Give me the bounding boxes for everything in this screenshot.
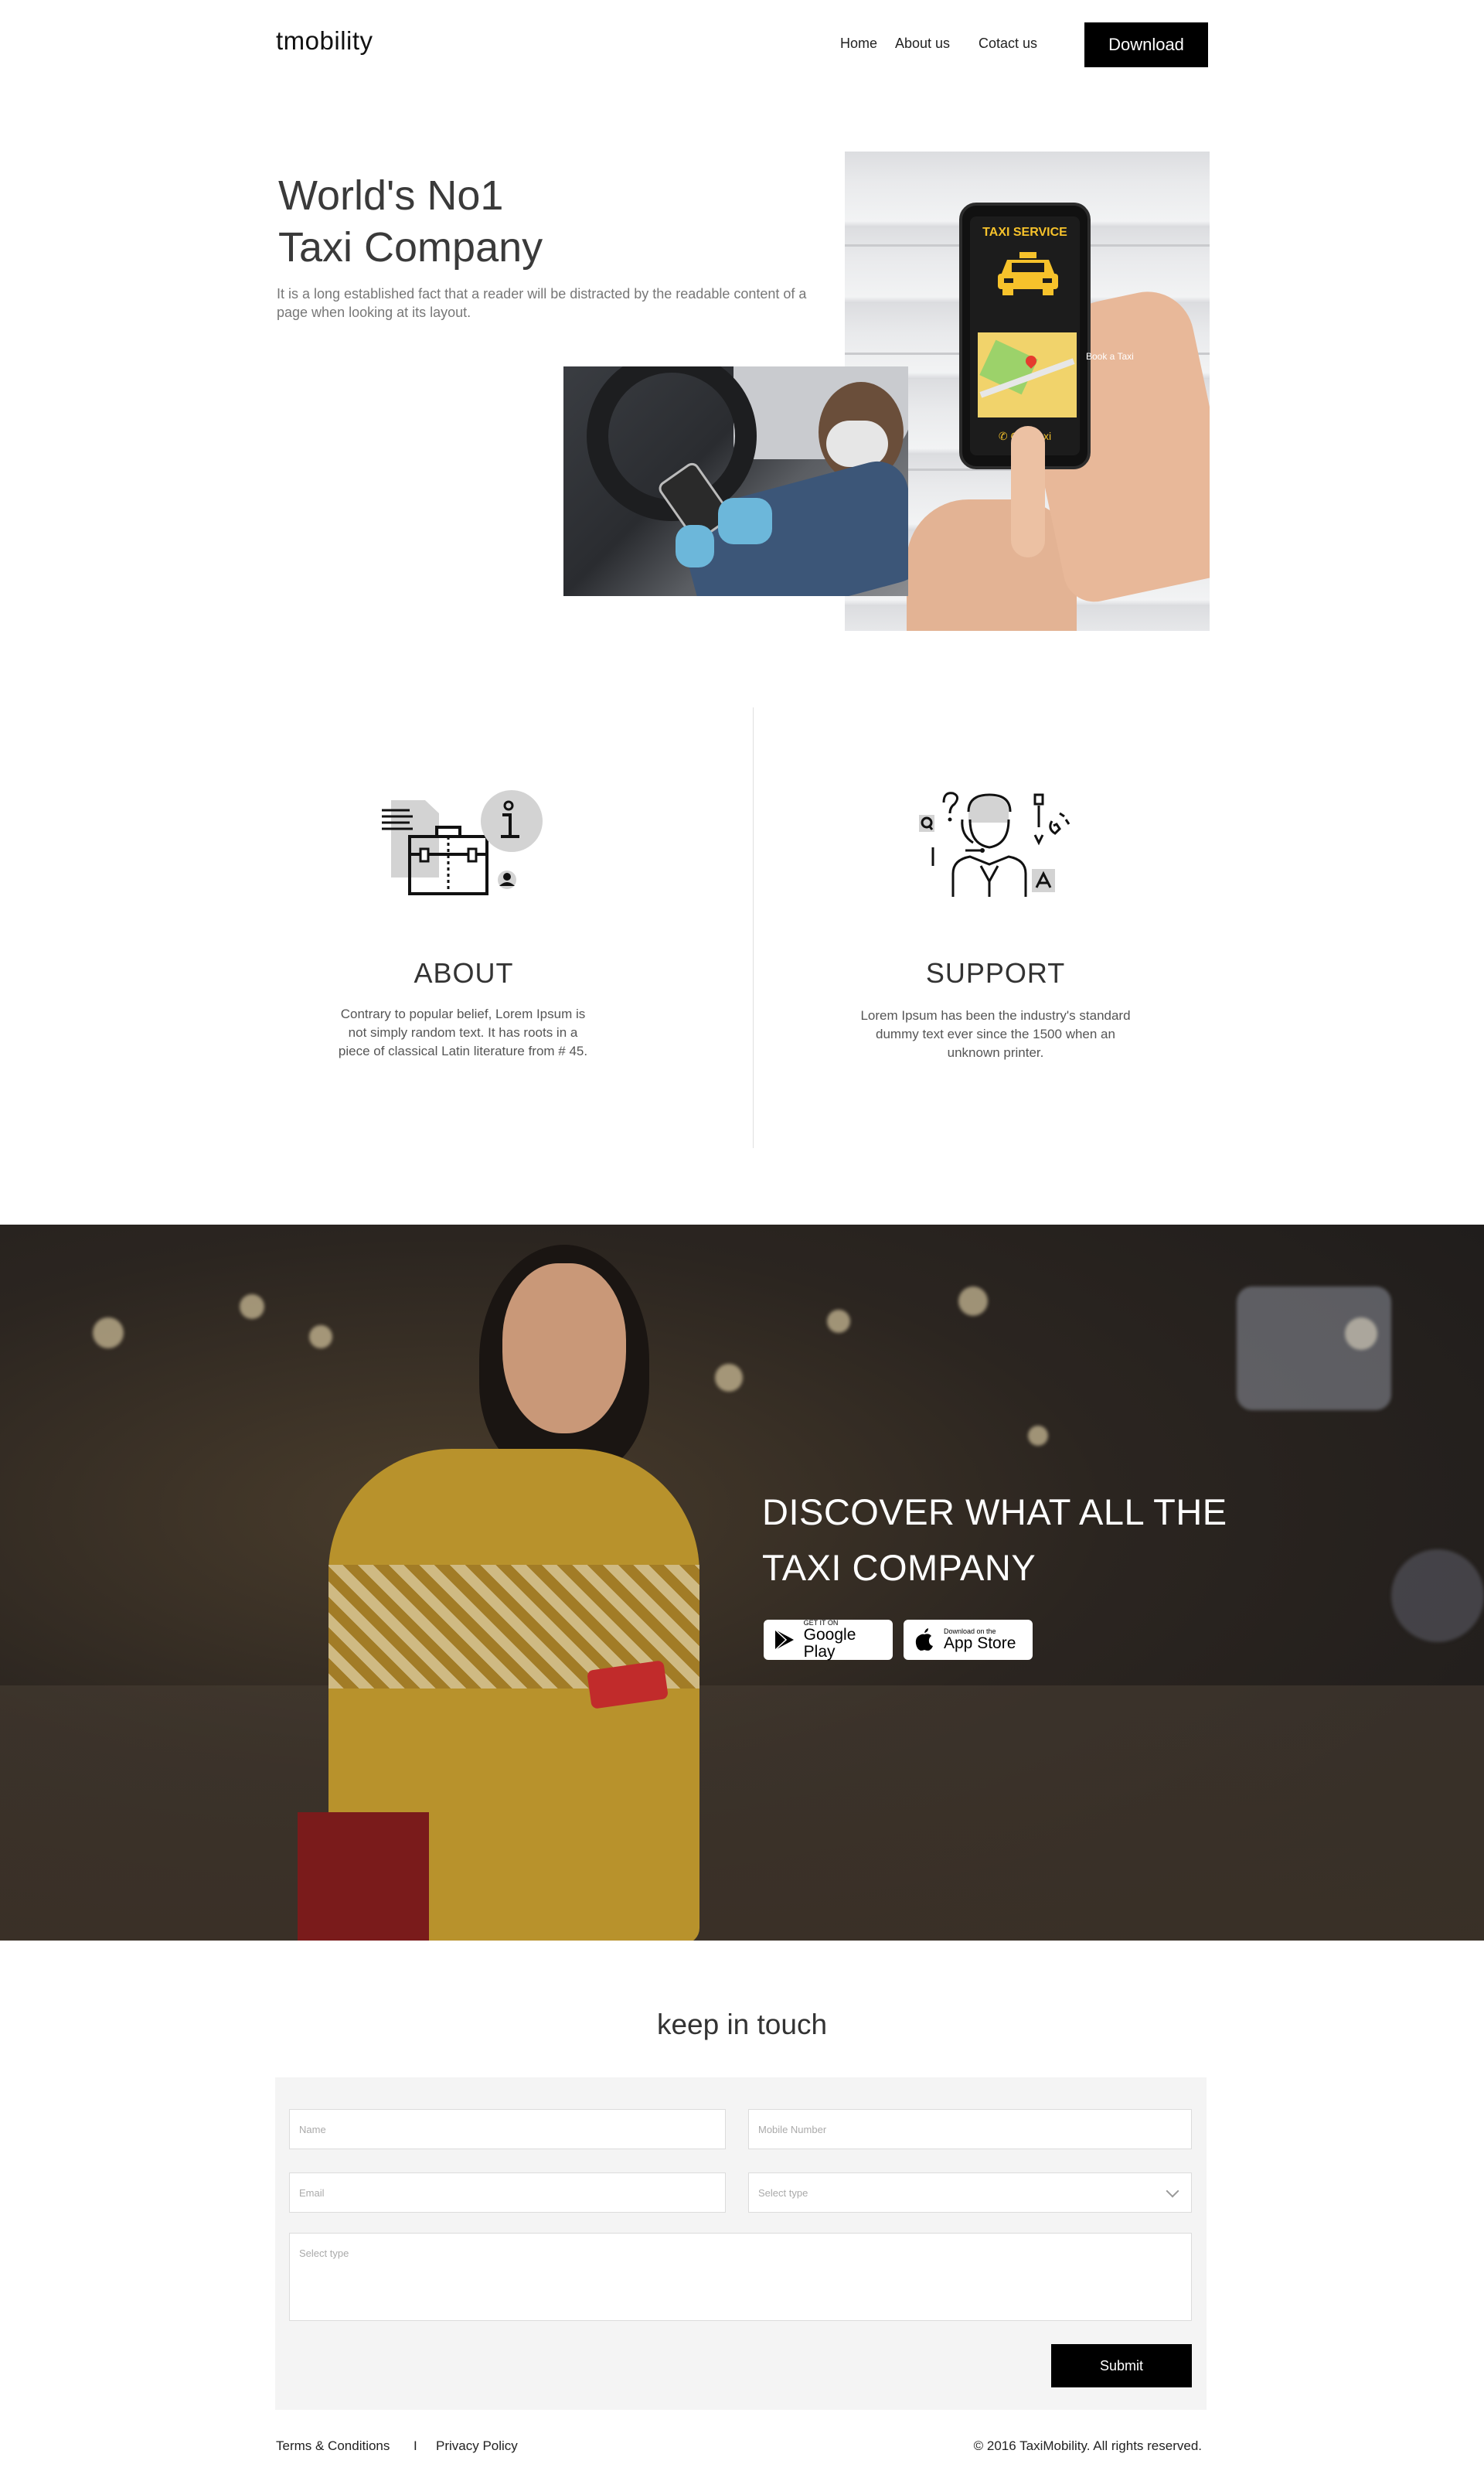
footer-separator: I xyxy=(414,2438,417,2453)
glove xyxy=(676,525,714,567)
hero-title: World's No1 Taxi Company xyxy=(278,170,543,274)
submit-button[interactable]: Submit xyxy=(1051,2344,1192,2387)
support-text: Lorem Ipsum has been the industry's stan… xyxy=(860,1008,1131,1060)
app-store-button[interactable]: Download on the App Store xyxy=(904,1620,1033,1660)
bokeh-light xyxy=(958,1286,988,1316)
briefcase-info-icon xyxy=(382,790,543,895)
glove xyxy=(718,498,772,544)
google-play-text: GET IT ON Google Play xyxy=(804,1619,891,1661)
select-type-dropdown[interactable]: Select type xyxy=(748,2172,1192,2213)
logo[interactable]: tmobility xyxy=(276,26,373,56)
download-button[interactable]: Download xyxy=(1084,22,1208,67)
support-title: SUPPORT xyxy=(925,957,1066,989)
contact-title: keep in touch xyxy=(656,2009,828,2040)
banner-title-line2: TAXI COMPANY xyxy=(762,1547,1036,1588)
taxi-service-label: TAXI SERVICE xyxy=(982,226,1067,239)
driver-phone-image xyxy=(563,366,908,596)
face-mask xyxy=(826,421,888,467)
nav-home[interactable]: Home xyxy=(840,36,877,52)
finger xyxy=(1011,426,1045,557)
apple-icon xyxy=(911,1627,938,1653)
book-taxi-label: Book a Taxi xyxy=(1086,351,1134,362)
woman-face xyxy=(502,1263,626,1433)
bokeh-light xyxy=(1237,1286,1391,1410)
hero-title-line2: Taxi Company xyxy=(278,224,543,271)
banner-title: DISCOVER WHAT ALL THE TAXI COMPANY xyxy=(762,1484,1241,1596)
name-field[interactable]: Name xyxy=(289,2109,726,2149)
bokeh-light xyxy=(309,1325,332,1348)
bokeh-light xyxy=(827,1310,850,1333)
map-thumbnail xyxy=(978,332,1077,417)
phone-screen: TAXI SERVICE ✆ Call Taxi xyxy=(970,216,1080,455)
app-store-text: Download on the App Store xyxy=(944,1627,1016,1652)
about-title: ABOUT xyxy=(414,957,514,989)
bokeh-light xyxy=(93,1317,124,1348)
hero-title-line1: World's No1 xyxy=(278,172,504,219)
banner-title-line1: DISCOVER WHAT ALL THE xyxy=(762,1491,1227,1532)
email-field[interactable]: Email xyxy=(289,2172,726,2213)
nav-contact-us[interactable]: Cotact us xyxy=(979,36,1037,52)
bokeh-light xyxy=(1028,1426,1048,1446)
about-text: Contrary to popular belief, Lorem Ipsum … xyxy=(338,1007,588,1058)
message-field[interactable]: Select type xyxy=(289,2233,1192,2321)
mobile-number-field[interactable]: Mobile Number xyxy=(748,2109,1192,2149)
nav-about-us[interactable]: About us xyxy=(895,36,950,52)
chevron-down-icon xyxy=(1166,2184,1179,2198)
feature-divider xyxy=(753,707,754,1148)
bokeh-light xyxy=(1391,1549,1484,1642)
copyright: © 2016 TaxiMobility. All rights reserved… xyxy=(973,2438,1202,2453)
google-play-icon xyxy=(771,1627,798,1653)
terms-link[interactable]: Terms & Conditions xyxy=(276,2438,390,2454)
shopping-bag xyxy=(298,1812,429,1941)
google-play-button[interactable]: GET IT ON Google Play xyxy=(764,1619,893,1661)
privacy-link[interactable]: Privacy Policy xyxy=(436,2438,518,2454)
support-agent-icon xyxy=(919,792,1070,897)
discover-banner xyxy=(0,1225,1484,1941)
select-type-value: Select type xyxy=(758,2186,808,2199)
hero-description: It is a long established fact that a rea… xyxy=(277,286,807,320)
google-play-big: Google Play xyxy=(803,1626,856,1661)
street xyxy=(0,1685,1484,1941)
app-store-big: App Store xyxy=(944,1634,1016,1652)
taxi-car-icon xyxy=(998,252,1058,295)
bokeh-light xyxy=(240,1294,264,1319)
bokeh-light xyxy=(715,1364,743,1392)
